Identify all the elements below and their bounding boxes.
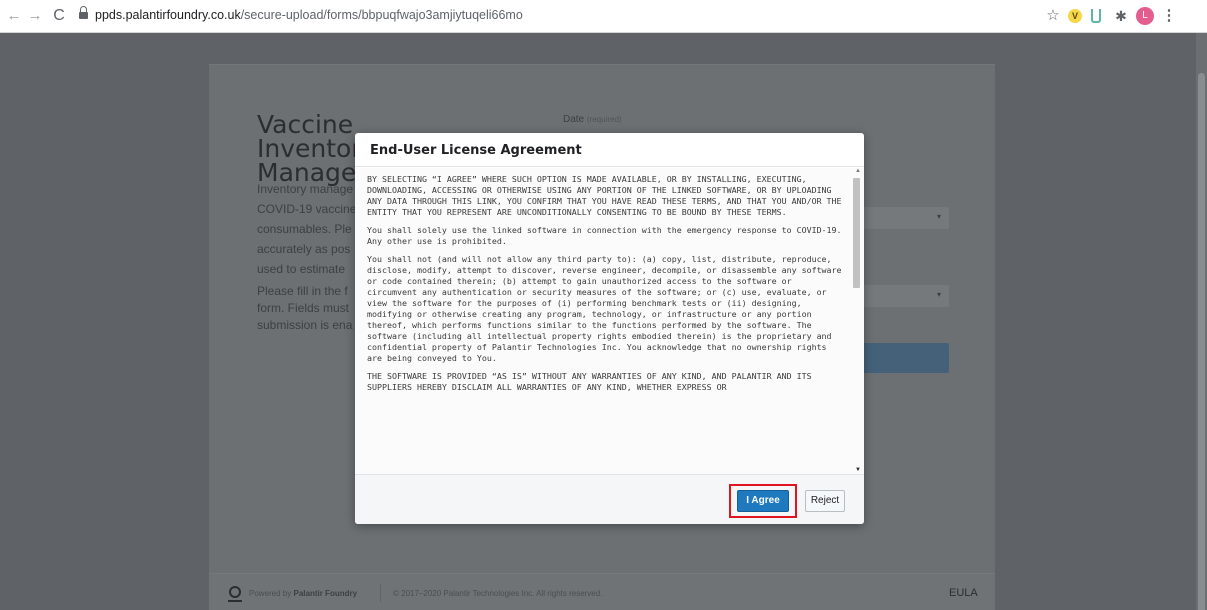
scroll-down-icon[interactable]: ▼ [855,467,861,473]
footer-divider [380,584,381,602]
required-marker: (required) [586,115,622,124]
eula-paragraph: BY SELECTING “I AGREE” WHERE SUCH OPTION… [367,174,842,217]
browser-toolbar: ← → C ppds.palantirfoundry.co.uk/secure-… [0,0,1207,33]
scroll-up-icon[interactable]: ▲ [855,168,861,174]
eula-scroll-area[interactable]: BY SELECTING “I AGREE” WHERE SUCH OPTION… [355,168,864,474]
url-path: /secure-upload/forms/bbpuqfwajo3amjiytuq… [240,8,523,22]
eula-paragraph: You shall solely use the linked software… [367,225,842,246]
profile-avatar[interactable]: L [1136,7,1154,25]
dialog-title: End-User License Agreement [370,143,582,158]
url-text[interactable]: ppds.palantirfoundry.co.uk/secure-upload… [95,8,523,22]
date-field-label: Date (required) [563,114,622,125]
eula-dialog: End-User License Agreement BY SELECTING … [355,133,864,524]
page-scrollbar[interactable] [1196,33,1207,610]
bookmark-star-icon[interactable]: ☆ [1044,7,1062,25]
i-agree-button[interactable]: I Agree [737,490,789,512]
back-arrow-icon[interactable]: ← [5,7,23,25]
chevron-down-icon: ▾ [936,212,941,221]
forward-arrow-icon[interactable]: → [26,7,44,25]
page-scrollbar-thumb[interactable] [1198,73,1205,610]
reject-button[interactable]: Reject [805,490,845,512]
palantir-logo-icon [228,586,242,602]
eula-text: BY SELECTING “I AGREE” WHERE SUCH OPTION… [367,174,845,400]
extension-cup-icon[interactable] [1091,9,1101,23]
dialog-footer: I Agree Reject [355,474,864,524]
dialog-scrollbar[interactable]: ▲ ▼ [852,168,862,473]
extensions-puzzle-icon[interactable]: ✱ [1112,7,1130,25]
browser-menu-icon[interactable]: ⋮ [1160,7,1178,25]
powered-by-text: Powered by Palantir Foundry [249,589,357,598]
dialog-scrollbar-thumb[interactable] [853,178,860,288]
powered-brand: Palantir Foundry [293,589,358,598]
date-label-text: Date [563,114,585,125]
page-footer: Powered by Palantir Foundry © 2017–2020 … [209,573,995,610]
chevron-down-icon: ▾ [936,290,941,299]
eula-link[interactable]: EULA [949,587,978,599]
dropdown-select[interactable]: ▾ [861,207,949,229]
dialog-header: End-User License Agreement [355,133,864,167]
powered-prefix: Powered by [249,589,292,598]
eula-paragraph: You shall not (and will not allow any th… [367,254,842,363]
copyright-text: © 2017–2020 Palantir Technologies Inc. A… [393,589,603,598]
eula-paragraph: THE SOFTWARE IS PROVIDED “AS IS” WITHOUT… [367,371,812,392]
dropdown-select[interactable]: ▾ [861,285,949,307]
lock-icon [79,6,88,20]
reload-icon[interactable]: C [50,7,68,25]
submit-button[interactable] [861,343,949,373]
address-bar[interactable]: ppds.palantirfoundry.co.uk/secure-upload… [75,5,523,27]
url-host: ppds.palantirfoundry.co.uk [95,8,241,22]
extension-v-icon[interactable]: V [1068,9,1082,23]
